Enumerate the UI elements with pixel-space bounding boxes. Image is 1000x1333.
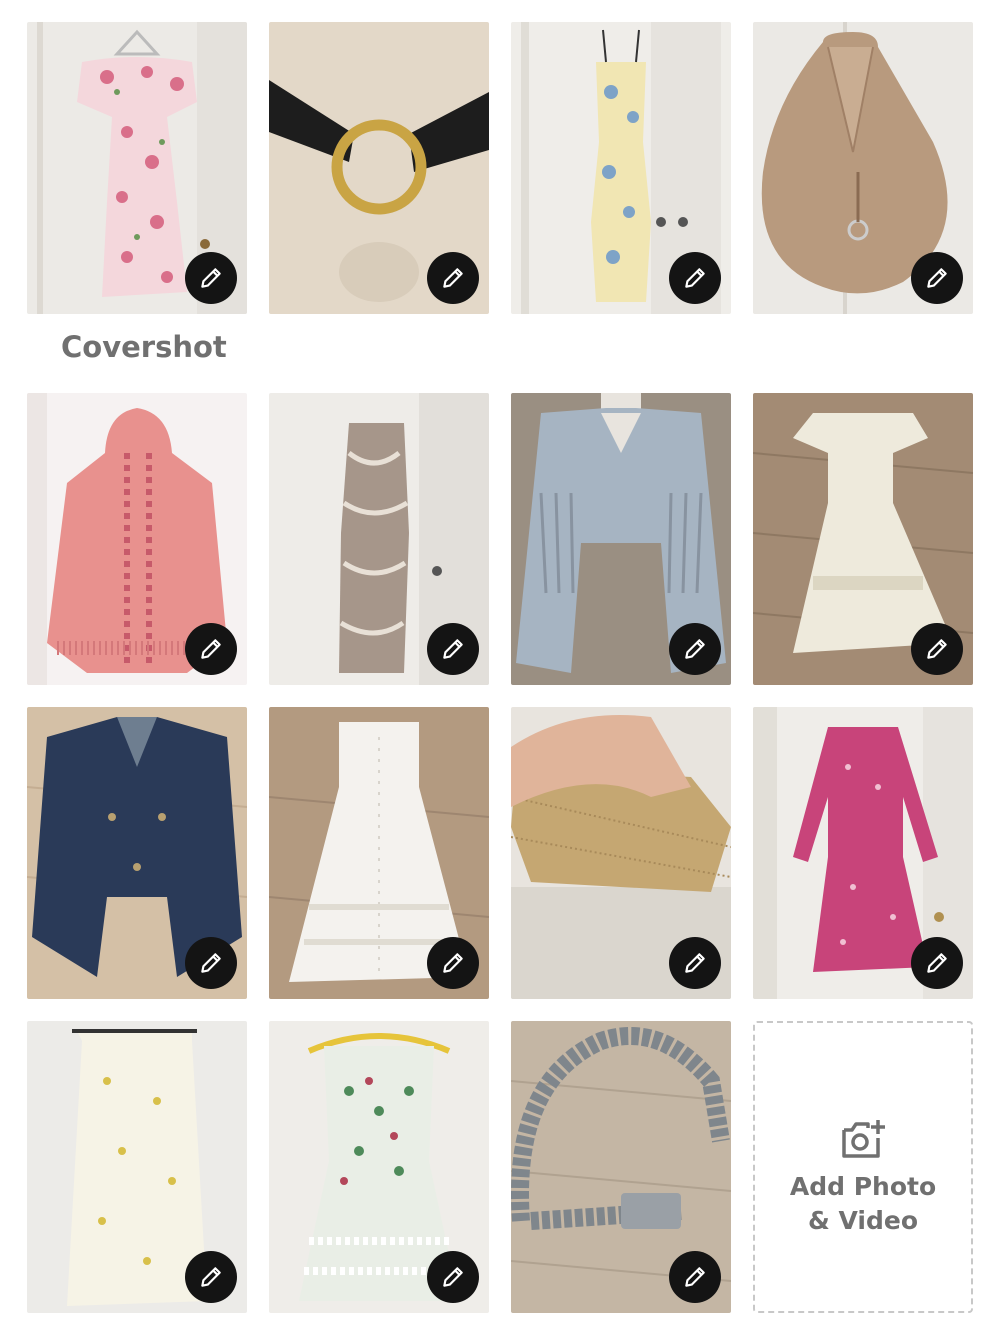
pencil-icon [201, 953, 221, 973]
pencil-icon [927, 268, 947, 288]
photo-tile[interactable] [269, 1021, 489, 1313]
edit-photo-button[interactable] [185, 623, 237, 675]
photo-tile[interactable] [27, 22, 247, 314]
pencil-icon [927, 639, 947, 659]
edit-photo-button[interactable] [427, 252, 479, 304]
edit-photo-button[interactable] [185, 937, 237, 989]
photo-tile[interactable] [511, 1021, 731, 1313]
photo-tile[interactable] [269, 707, 489, 999]
pencil-icon [443, 268, 463, 288]
pencil-icon [685, 268, 705, 288]
photo-tile[interactable] [753, 707, 973, 999]
edit-photo-button[interactable] [911, 252, 963, 304]
pencil-icon [201, 639, 221, 659]
edit-photo-button[interactable] [911, 623, 963, 675]
photo-tile[interactable] [269, 393, 489, 685]
add-video-label: & Video [807, 1206, 918, 1235]
pencil-icon [443, 1267, 463, 1287]
pencil-icon [685, 639, 705, 659]
edit-photo-button[interactable] [185, 1251, 237, 1303]
photo-tile[interactable] [753, 22, 973, 314]
pencil-icon [685, 953, 705, 973]
photo-tile[interactable] [511, 707, 731, 999]
edit-photo-button[interactable] [669, 1251, 721, 1303]
edit-photo-button[interactable] [669, 937, 721, 989]
pencil-icon [927, 953, 947, 973]
pencil-icon [201, 268, 221, 288]
photo-tile[interactable] [511, 22, 731, 314]
pencil-icon [201, 1267, 221, 1287]
add-camera-icon [842, 1120, 885, 1158]
photo-tile[interactable] [753, 393, 973, 685]
photo-tile[interactable] [27, 1021, 247, 1313]
covershot-label: Covershot [61, 330, 227, 364]
add-photo-video-button[interactable]: Add Photo & Video [753, 1021, 973, 1313]
pencil-icon [685, 1267, 705, 1287]
edit-photo-button[interactable] [669, 252, 721, 304]
edit-photo-button[interactable] [185, 252, 237, 304]
photo-tile[interactable] [27, 707, 247, 999]
photo-tile[interactable] [269, 22, 489, 314]
edit-photo-button[interactable] [427, 937, 479, 989]
add-photo-label: Add Photo [789, 1172, 937, 1201]
edit-photo-button[interactable] [911, 937, 963, 989]
pencil-icon [443, 953, 463, 973]
photo-tile[interactable] [27, 393, 247, 685]
edit-photo-button[interactable] [669, 623, 721, 675]
photo-tile[interactable] [511, 393, 731, 685]
edit-photo-button[interactable] [427, 1251, 479, 1303]
pencil-icon [443, 639, 463, 659]
edit-photo-button[interactable] [427, 623, 479, 675]
